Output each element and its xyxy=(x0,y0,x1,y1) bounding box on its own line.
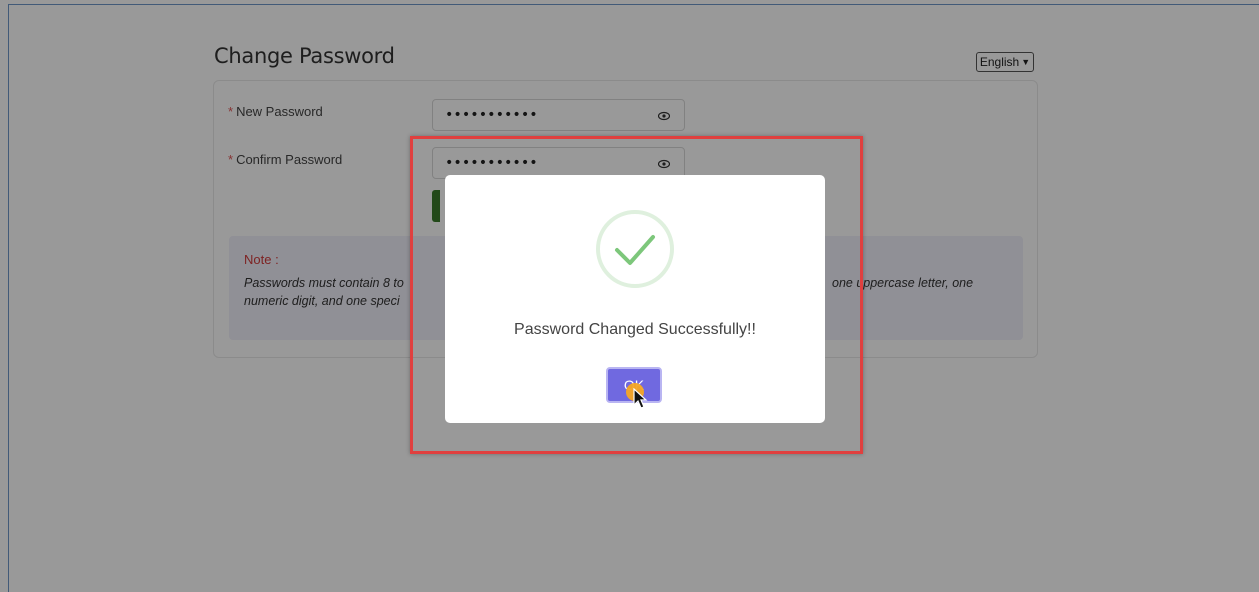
cursor-icon xyxy=(633,388,648,409)
check-circle-icon xyxy=(596,210,674,288)
dialog-message: Password Changed Successfully!! xyxy=(514,321,756,338)
